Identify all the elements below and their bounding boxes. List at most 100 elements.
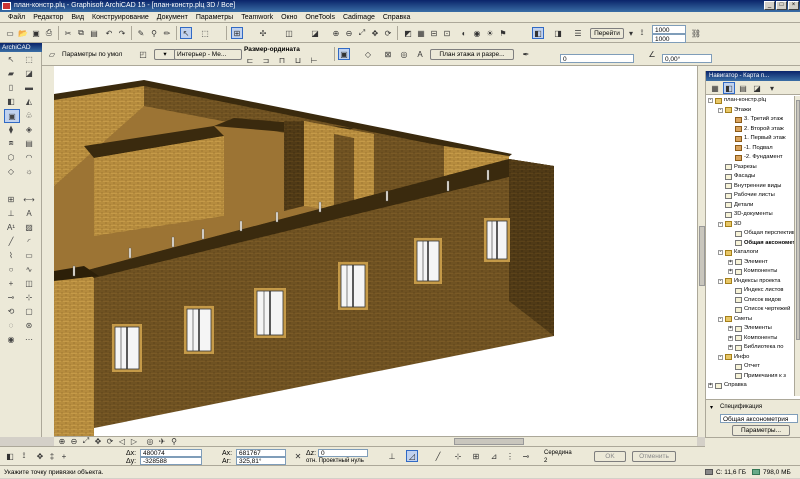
navigator-tree-item[interactable]: - 3D <box>718 220 741 229</box>
arrow-select-icon[interactable]: ↖ <box>180 27 192 39</box>
navigator-tree-item[interactable]: Список видов <box>728 296 781 305</box>
redo-icon[interactable]: ↷ <box>116 27 128 39</box>
text-icon[interactable]: A <box>414 48 426 60</box>
morph-tool-icon[interactable]: ⬡ <box>4 151 18 163</box>
snap-step-icon[interactable]: ⋮ <box>504 450 516 462</box>
angle-icon[interactable]: ∠ <box>646 48 658 60</box>
orbit-icon[interactable]: ⟳ <box>382 27 394 39</box>
navigator-tree-item[interactable]: - Каталоги <box>718 248 758 257</box>
marquee-icon[interactable]: ⬚ <box>199 27 211 39</box>
elevation-tool-icon[interactable]: ⊹ <box>22 291 36 303</box>
layers-icon[interactable]: ◫ <box>283 27 295 39</box>
navigator-tree-item[interactable]: Рабочие листы <box>718 191 775 200</box>
grid-tool-icon[interactable]: ⊞ <box>4 193 18 205</box>
tree-expander-icon[interactable]: + <box>728 259 733 265</box>
menu-file[interactable]: Файл <box>4 12 29 23</box>
floor-plan-icon[interactable]: ▦ <box>415 27 427 39</box>
menu-design[interactable]: Конструирование <box>88 12 153 23</box>
circle-tool-icon[interactable]: ○ <box>4 263 18 275</box>
ax-field[interactable]: 681767 <box>236 449 286 457</box>
tree-expander-icon[interactable]: - <box>718 107 723 113</box>
navigator-tree-item[interactable]: Общая аксонометрия <box>728 238 794 248</box>
spec-value-field[interactable]: Общая аксонометрия <box>720 414 798 423</box>
navigator-tree-item[interactable]: 3. Третий этаж <box>728 115 783 124</box>
save-icon[interactable]: ▣ <box>30 27 42 39</box>
menu-window[interactable]: Окно <box>277 12 301 23</box>
tree-expander-icon[interactable]: - <box>718 316 723 322</box>
detail-icon[interactable]: ◎ <box>398 48 410 60</box>
zoom-out-icon[interactable]: ⊖ <box>343 27 355 39</box>
object-tool-icon[interactable]: ♧ <box>22 109 36 121</box>
relative-icon[interactable]: ‡ <box>46 450 58 462</box>
object-settings-icon[interactable]: ▱ <box>46 48 58 60</box>
floor-plan-section-button[interactable]: План этажа и разре... <box>430 49 514 60</box>
fill-tool-icon[interactable]: ▨ <box>22 221 36 233</box>
navigator-tree-item[interactable]: Общая перспектива <box>728 229 794 238</box>
hotspot-tool-icon[interactable]: + <box>4 277 18 289</box>
camera-icon[interactable]: ◉ <box>471 27 483 39</box>
navigator-options-icon[interactable]: ▾ <box>766 82 778 94</box>
zoom-in-small-icon[interactable]: ⊕ <box>56 436 68 446</box>
layout-book-icon[interactable]: ▤ <box>737 82 749 94</box>
minimize-button[interactable]: _ <box>764 1 775 10</box>
zone-tool-icon[interactable]: ◈ <box>22 123 36 135</box>
zoom-in-icon[interactable]: ⊕ <box>330 27 342 39</box>
display-mode-icon[interactable]: ◧ <box>4 450 16 462</box>
menu-document[interactable]: Документ <box>153 12 192 23</box>
project-map-icon[interactable]: ▦ <box>709 82 721 94</box>
fit-window-icon[interactable]: ⤢ <box>356 27 368 39</box>
publisher-icon[interactable]: ◪ <box>751 82 763 94</box>
roof-tool-icon[interactable]: ◭ <box>22 95 36 107</box>
section-tool-icon[interactable]: ⊸ <box>4 291 18 303</box>
explore-icon[interactable]: ⚲ <box>168 436 180 446</box>
pan-small-icon[interactable]: ✥ <box>92 436 104 446</box>
link-icon[interactable]: ⛓ <box>690 27 702 39</box>
ar-field[interactable]: 325,81° <box>236 457 286 465</box>
navigator-tree-item[interactable]: Внутренние виды <box>718 182 781 191</box>
dim-type-1-icon[interactable]: ⊏ <box>244 54 256 66</box>
tree-expander-icon[interactable]: + <box>728 335 733 341</box>
layer-dropdown[interactable]: ▾ <box>154 49 176 60</box>
more-tools-icon[interactable]: ⋯ <box>22 333 36 345</box>
tree-expander-icon[interactable]: - <box>718 250 723 255</box>
height-field[interactable]: 1000 <box>652 34 686 43</box>
view-map-icon[interactable]: ◧ <box>723 82 735 94</box>
tree-expander-icon[interactable]: + <box>728 269 733 274</box>
tree-expander-icon[interactable]: + <box>728 345 733 350</box>
tree-expander-icon[interactable]: - <box>718 278 723 284</box>
dx-field[interactable]: 480074 <box>140 449 202 457</box>
beam-tool-icon[interactable]: ▬ <box>22 81 36 93</box>
orbit-small-icon[interactable]: ⟳ <box>104 436 116 446</box>
label-tool-icon[interactable]: A¹ <box>4 221 18 233</box>
navigator-tree-item[interactable]: -1. Подвал <box>728 144 773 153</box>
goto-button[interactable]: Перейти <box>590 28 624 39</box>
navigator-tree-item[interactable]: + Элемент <box>728 258 768 267</box>
guideline-icon[interactable]: ╱ <box>432 450 444 462</box>
navigator-tree-item[interactable]: - Сметы <box>718 315 752 324</box>
level-dim-icon[interactable]: ⊥ <box>4 207 18 219</box>
slab-tool-icon[interactable]: ◧ <box>4 95 18 107</box>
menu-onetools[interactable]: OneTools <box>301 12 339 23</box>
marquee-tool-icon[interactable]: ⬚ <box>22 53 36 65</box>
polyline-tool-icon[interactable]: ⌇ <box>4 249 18 261</box>
width-field[interactable]: 1000 <box>652 25 686 34</box>
fit-small-icon[interactable]: ⤢ <box>80 436 92 446</box>
paste-icon[interactable]: ▤ <box>88 27 100 39</box>
gravity-icon[interactable]: ✣ <box>257 27 269 39</box>
wall-tool-icon[interactable]: ▰ <box>4 67 18 79</box>
change-tool-icon[interactable]: ⊛ <box>22 319 36 331</box>
construction-method-icon[interactable]: ◇ <box>362 48 374 60</box>
interior-elevation-icon[interactable]: ⟲ <box>4 305 18 317</box>
drawing-tool-icon[interactable]: ▭ <box>22 249 36 261</box>
menu-teamwork[interactable]: Teamwork <box>237 12 277 23</box>
render-icon[interactable]: ◐ <box>458 27 470 39</box>
close-button[interactable]: × <box>788 1 799 10</box>
menu-edit[interactable]: Редактор <box>29 12 67 23</box>
stair-tool-icon[interactable]: ⧫ <box>4 123 18 135</box>
window-tool-icon[interactable]: ▣ <box>4 109 20 123</box>
3d-viewport[interactable] <box>54 66 697 436</box>
menu-cadimage[interactable]: Cadimage <box>339 12 379 23</box>
dim-type-4-icon[interactable]: ⊔ <box>292 54 304 66</box>
snap-guide-icon[interactable]: ◿ <box>406 450 418 462</box>
eyedropper-icon[interactable]: ✎ <box>135 27 147 39</box>
